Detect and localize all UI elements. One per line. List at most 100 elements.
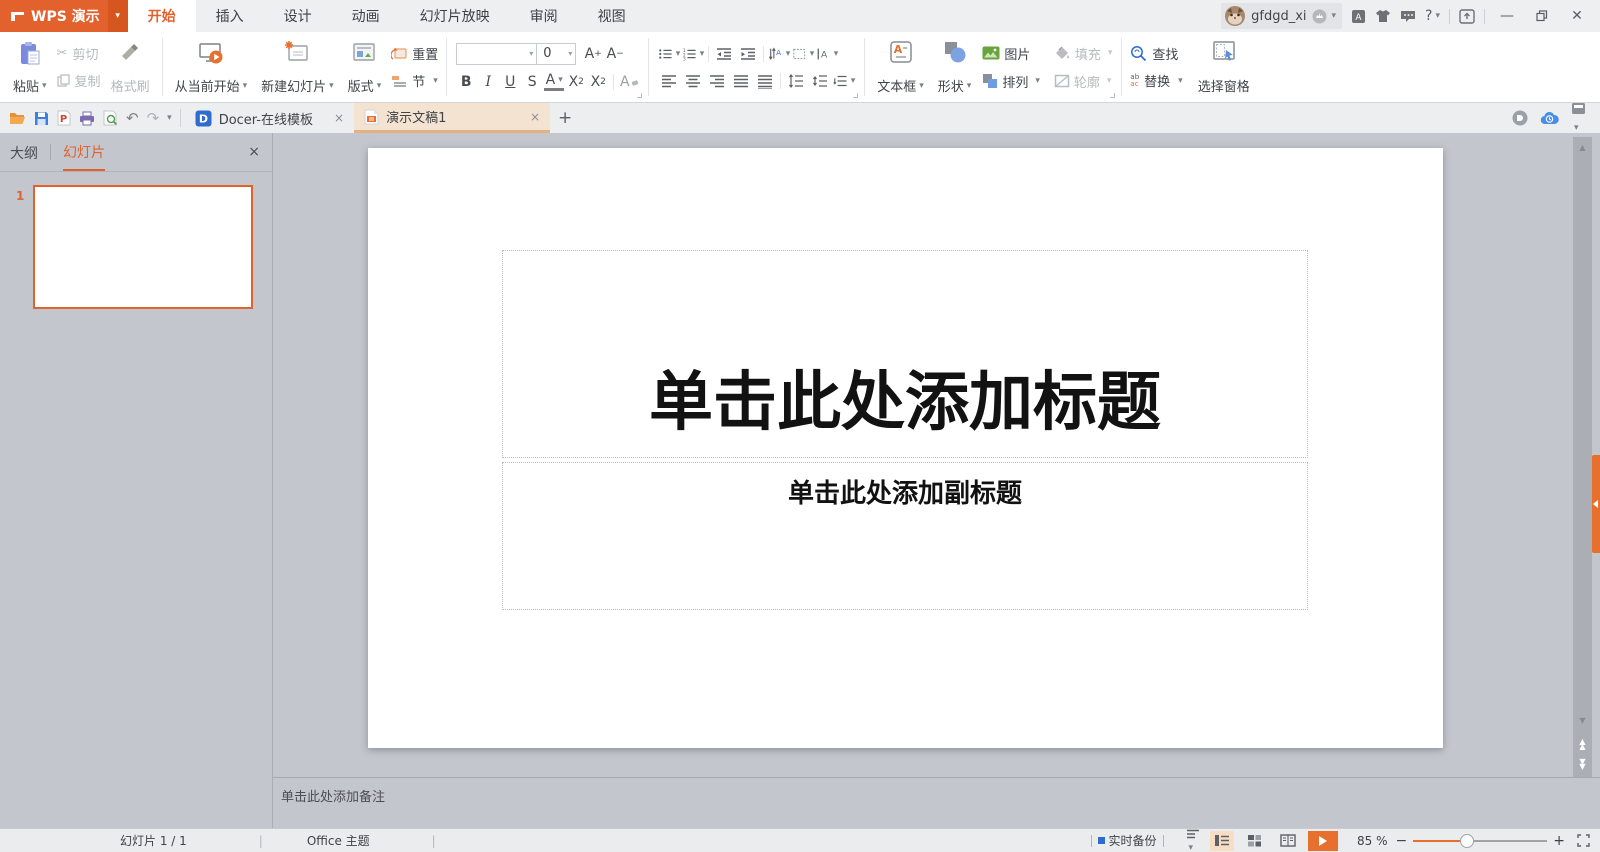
replace-button[interactable]: ab ac 替换: [1130, 71, 1182, 90]
superscript-button[interactable]: X2: [566, 72, 586, 92]
fill-button[interactable]: 填充: [1054, 44, 1113, 63]
tab-docer[interactable]: D Docer-在线模板 ×: [185, 103, 354, 133]
section-button[interactable]: 节: [391, 71, 438, 90]
subtitle-placeholder[interactable]: 单击此处添加副标题: [502, 462, 1308, 610]
docer-entry-icon[interactable]: [1512, 110, 1528, 126]
selection-pane-button[interactable]: 选择窗格: [1186, 35, 1262, 99]
notes-area[interactable]: 单击此处添加备注: [273, 777, 1600, 828]
zoom-in-button[interactable]: +: [1553, 833, 1565, 849]
close-button[interactable]: ✕: [1564, 0, 1590, 32]
insert-dialog-launcher[interactable]: [1110, 93, 1116, 98]
save-icon[interactable]: [34, 111, 49, 126]
tab-presentation1[interactable]: 演示文稿1 ×: [354, 103, 551, 133]
bold-button[interactable]: B: [456, 72, 476, 92]
zoom-percentage[interactable]: 85 %: [1346, 834, 1388, 848]
bullets-button[interactable]: [658, 44, 680, 64]
skin-icon[interactable]: [1375, 9, 1391, 23]
arrange-button[interactable]: 排列: [982, 72, 1040, 91]
slideshow-play-button[interactable]: [1307, 830, 1338, 851]
feedback-icon[interactable]: [1400, 9, 1416, 23]
numbering-button[interactable]: 123: [682, 44, 704, 64]
shapes-button[interactable]: 形状: [931, 35, 979, 99]
fit-to-window-icon[interactable]: [1577, 834, 1590, 847]
cloud-sync-icon[interactable]: [1540, 111, 1559, 126]
play-from-current-button[interactable]: 从当前开始: [168, 35, 255, 99]
account-area[interactable]: gfdgd_xi ▾: [1221, 3, 1343, 29]
app-menu-dropdown[interactable]: ▾: [107, 0, 128, 32]
increase-indent-button[interactable]: [737, 44, 759, 64]
previous-slide-icon[interactable]: ▲ ▲: [1573, 738, 1592, 751]
slide-canvas[interactable]: 单击此处添加标题 单击此处添加副标题: [368, 148, 1443, 748]
subscript-button[interactable]: X2: [588, 72, 608, 92]
text-box-button[interactable]: A 文本框: [870, 35, 931, 99]
theme-name[interactable]: Office 主题: [307, 832, 370, 849]
font-size-select[interactable]: 0 ▾: [537, 44, 575, 64]
paste-button[interactable]: 粘贴: [6, 35, 54, 99]
picture-button[interactable]: 图片: [982, 44, 1040, 63]
app-logo[interactable]: WPS 演示: [0, 0, 108, 32]
scroll-down-icon[interactable]: ▼: [1573, 716, 1592, 725]
increase-font-button[interactable]: A +: [583, 44, 603, 64]
docer-doc-icon[interactable]: A: [1351, 9, 1366, 24]
zoom-slider-thumb[interactable]: [1460, 833, 1475, 848]
copy-button[interactable]: 复制: [56, 71, 101, 90]
align-center-button[interactable]: [682, 71, 704, 91]
paragraph-spacing-button[interactable]: [833, 71, 855, 91]
help-button[interactable]: ?: [1425, 8, 1440, 24]
new-slide-button[interactable]: 新建幻灯片: [254, 35, 341, 99]
cut-button[interactable]: ✂ 剪切: [57, 44, 101, 63]
menu-tab-review[interactable]: 审阅: [510, 0, 578, 32]
decrease-font-button[interactable]: A −: [605, 44, 625, 64]
print-preview-icon[interactable]: [103, 110, 118, 126]
undo-icon[interactable]: ↶: [126, 109, 139, 127]
paragraph-dialog-launcher[interactable]: [853, 93, 859, 98]
quick-access-dropdown-icon[interactable]: ▾: [167, 113, 172, 123]
menu-tab-animation[interactable]: 动画: [332, 0, 400, 32]
redo-icon[interactable]: ↷: [147, 109, 160, 127]
normal-view-button[interactable]: [1209, 830, 1234, 851]
taskpane-expand-handle[interactable]: [1592, 455, 1600, 553]
line-spacing-increase-button[interactable]: [785, 71, 807, 91]
minimize-button[interactable]: —: [1494, 0, 1520, 32]
underline-button[interactable]: U: [500, 72, 520, 92]
slide-layout-button[interactable]: 版式: [341, 35, 389, 99]
text-box-style-button[interactable]: [792, 44, 814, 64]
menu-tab-design[interactable]: 设计: [264, 0, 332, 32]
slide-thumbnail[interactable]: [33, 185, 253, 309]
char-direction-button[interactable]: A: [816, 44, 838, 64]
find-button[interactable]: 查找: [1130, 44, 1182, 63]
print-icon[interactable]: [79, 111, 95, 126]
tab-outline[interactable]: 大纲: [10, 134, 38, 170]
text-direction-button[interactable]: A: [768, 44, 790, 64]
vertical-scrollbar[interactable]: ▲ ▼ ▲ ▲ ▼ ▼: [1573, 137, 1592, 777]
align-right-button[interactable]: [706, 71, 728, 91]
collapse-ribbon-icon[interactable]: [1459, 8, 1475, 24]
format-painter-button[interactable]: 格式刷: [104, 35, 157, 99]
menu-tab-view[interactable]: 视图: [578, 0, 646, 32]
font-color-button[interactable]: A: [544, 72, 565, 91]
font-dialog-launcher[interactable]: [637, 93, 643, 98]
menu-tab-insert[interactable]: 插入: [196, 0, 264, 32]
outline-button[interactable]: 轮廓: [1054, 72, 1113, 91]
slide-sorter-view-button[interactable]: [1243, 831, 1267, 851]
tab-close-icon[interactable]: ×: [530, 110, 540, 124]
new-tab-button[interactable]: +: [550, 103, 580, 133]
backup-label[interactable]: 实时备份: [1109, 832, 1157, 849]
restore-button[interactable]: [1529, 0, 1555, 32]
align-left-button[interactable]: [658, 71, 680, 91]
scroll-up-icon[interactable]: ▲: [1573, 143, 1592, 152]
open-file-icon[interactable]: [9, 111, 26, 125]
distribute-button[interactable]: [754, 71, 776, 91]
tab-slides[interactable]: 幻灯片: [63, 133, 105, 171]
strikethrough-button[interactable]: S: [522, 72, 542, 92]
justify-button[interactable]: [730, 71, 752, 91]
font-name-select[interactable]: ▾: [457, 43, 538, 64]
italic-button[interactable]: I: [478, 72, 498, 92]
zoom-out-button[interactable]: −: [1396, 833, 1408, 849]
next-slide-icon[interactable]: ▼ ▼: [1573, 758, 1592, 771]
title-placeholder[interactable]: 单击此处添加标题: [502, 250, 1308, 458]
menu-tab-slideshow[interactable]: 幻灯片放映: [400, 0, 510, 32]
window-layout-icon[interactable]: [1571, 102, 1586, 134]
tab-close-icon[interactable]: ×: [334, 111, 344, 125]
notes-toggle-button[interactable]: [1186, 829, 1200, 852]
